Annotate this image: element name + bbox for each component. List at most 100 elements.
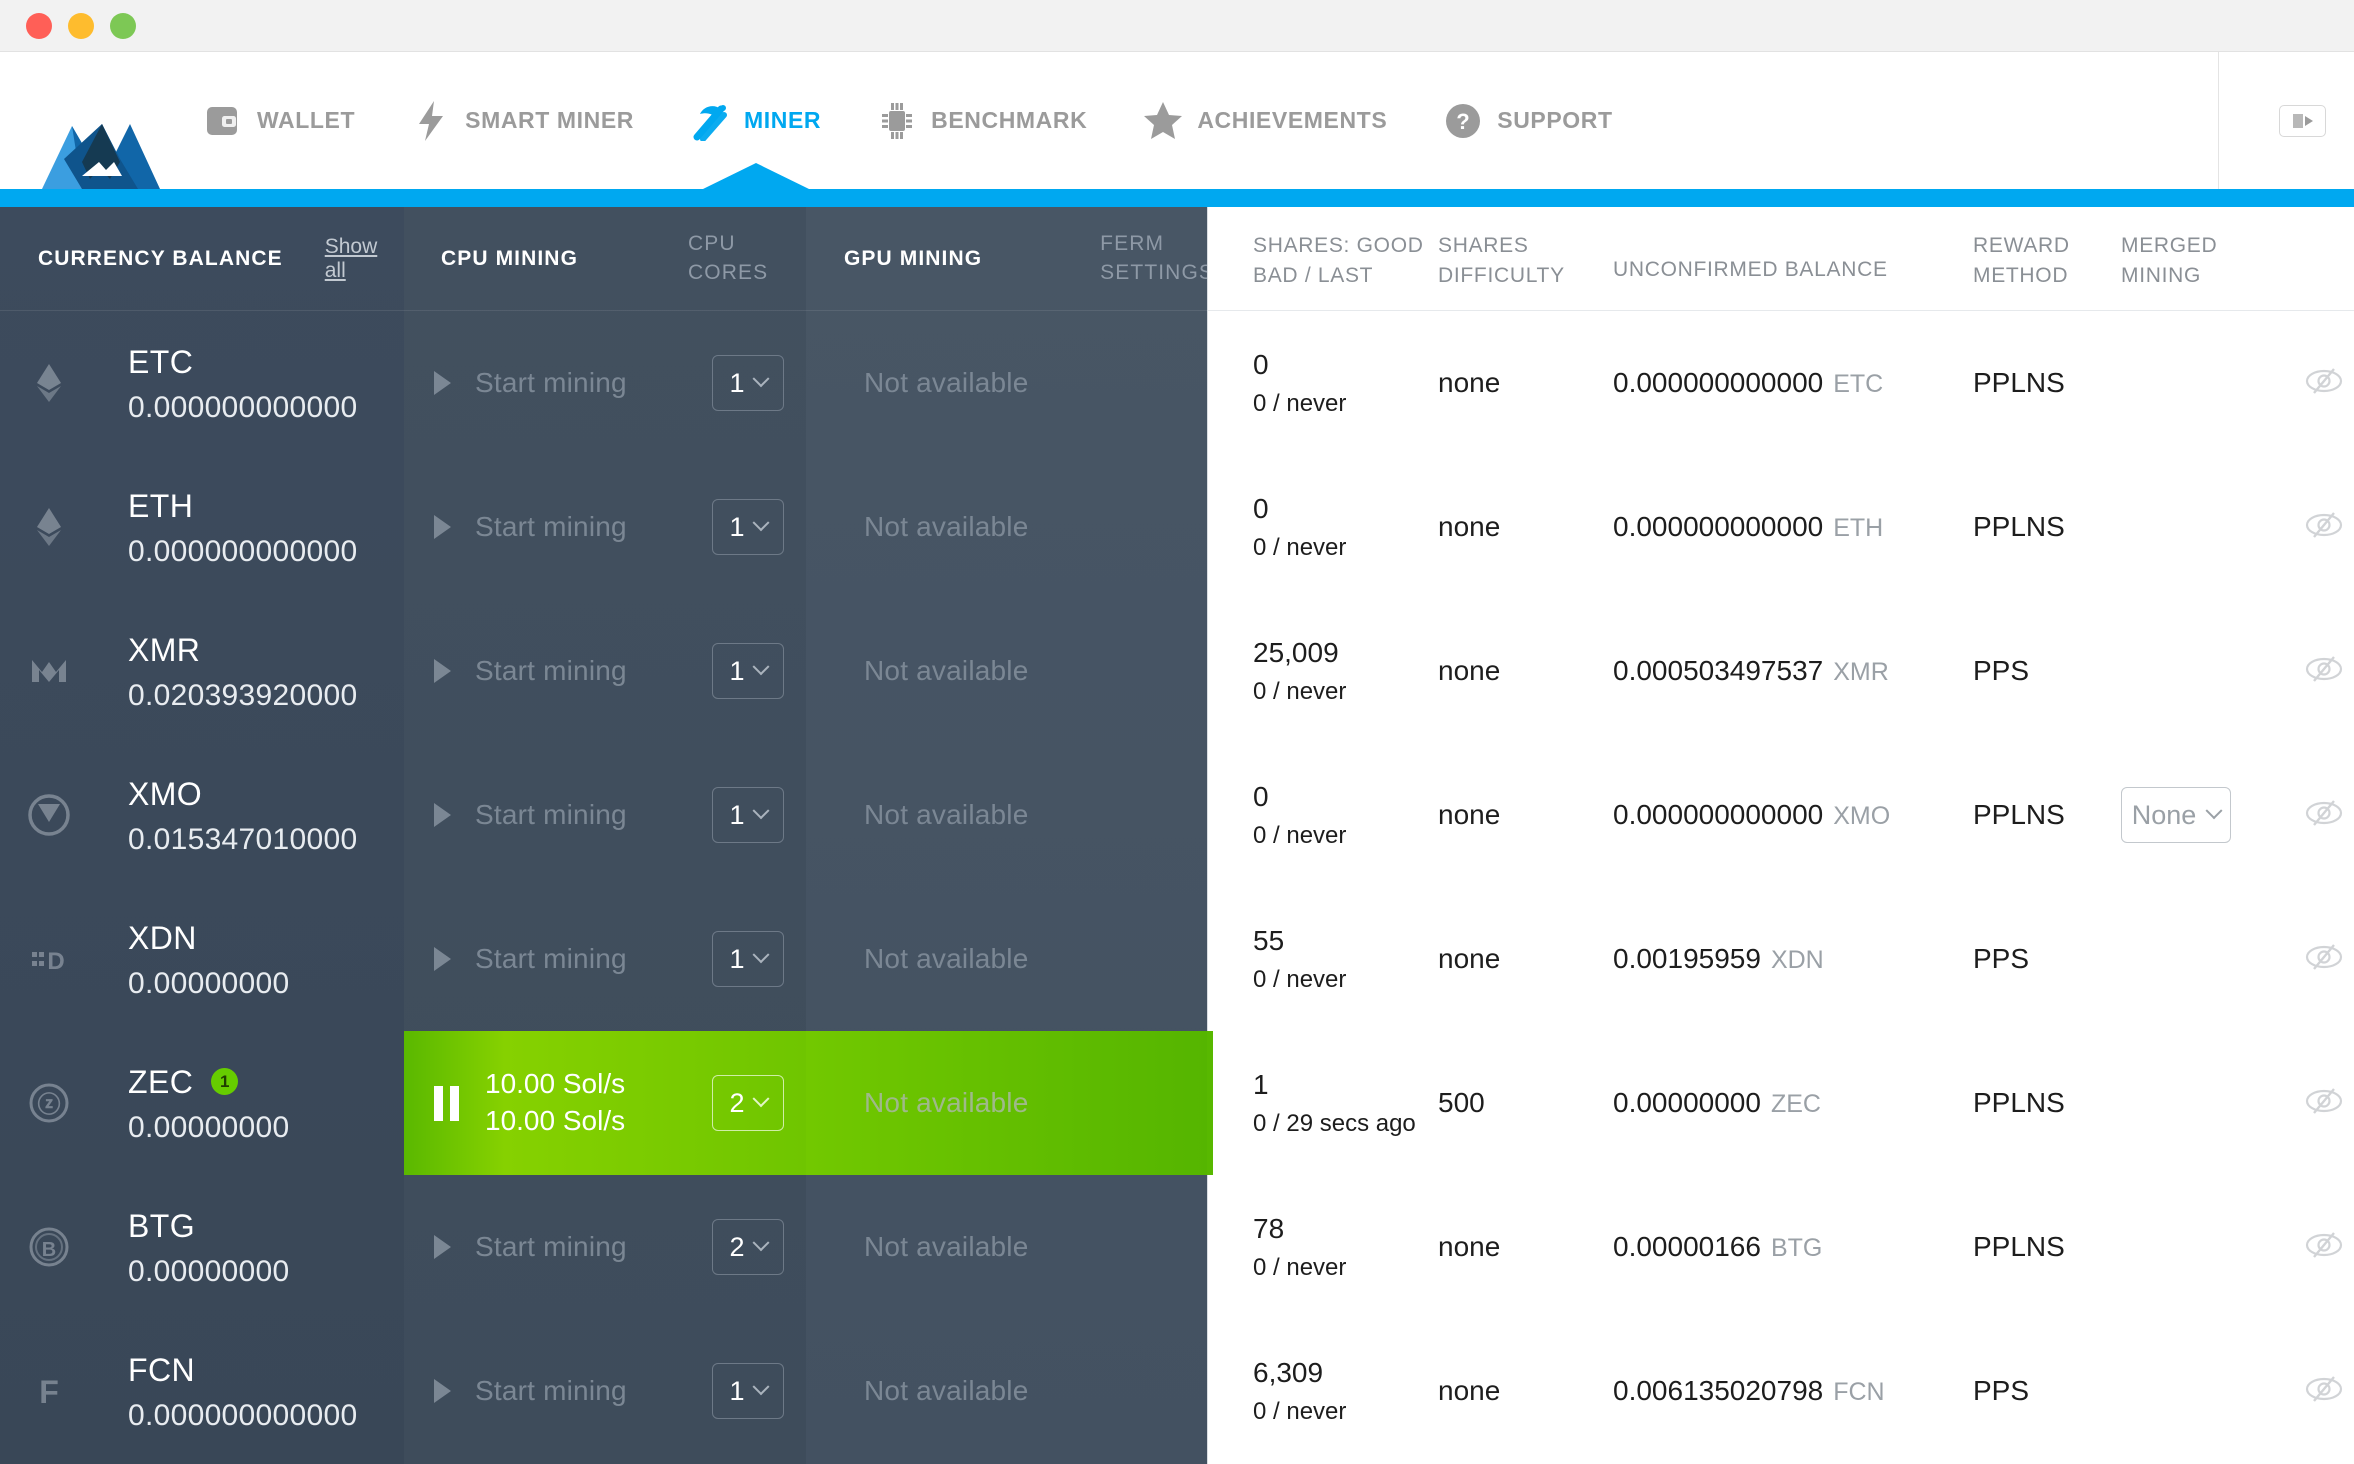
eye-off-icon[interactable]	[2302, 1374, 2346, 1409]
cpu-cores-select[interactable]: 2	[712, 1075, 784, 1131]
currency-row[interactable]: ⓩ ZEC 1 0.00000000	[0, 1031, 404, 1175]
cpu-mining-row[interactable]: Start mining 2	[404, 1175, 806, 1319]
nav-item-wallet[interactable]: WALLET	[175, 52, 383, 189]
collapse-panel-button[interactable]	[2279, 104, 2326, 137]
gpu-mining-row: Not available	[806, 1319, 1207, 1463]
nav-item-label: WALLET	[257, 107, 356, 133]
ferm-settings-line2: SETTINGS	[1100, 260, 1214, 284]
currency-row[interactable]: XMR 0.020393920000	[0, 599, 404, 743]
play-icon[interactable]	[434, 1379, 451, 1403]
gpu-mining-row: Not available	[806, 1175, 1207, 1319]
merged-mining-select[interactable]: None	[2121, 787, 2231, 843]
nav-item-support[interactable]: ? SUPPORT	[1415, 52, 1640, 189]
shares-difficulty-cell: none	[1438, 943, 1613, 975]
cpu-cores-select[interactable]: 1	[712, 787, 784, 843]
currency-code: XDN	[128, 919, 197, 956]
wallet-icon	[203, 101, 243, 141]
shares-difficulty-value: none	[1438, 511, 1501, 542]
start-mining-label: Start mining	[475, 367, 627, 398]
window-minimize-button[interactable]	[68, 12, 94, 39]
gpu-status-label: Not available	[864, 1375, 1029, 1406]
chevron-down-icon	[752, 802, 770, 820]
bolt-icon	[411, 100, 451, 141]
shares-good-value: 55	[1253, 925, 1285, 957]
shares-cell: 0 0 / never	[1208, 492, 1438, 562]
cpu-mining-row[interactable]: 10.00 Sol/s 10.00 Sol/s 2	[404, 1031, 806, 1175]
currency-row[interactable]: B BTG 0.00000000	[0, 1175, 404, 1319]
currency-balance-value: 0.020393920000	[128, 678, 358, 712]
active-tab-pointer	[702, 163, 809, 189]
mountain-logo-icon	[42, 124, 160, 189]
cpu-cores-select[interactable]: 1	[712, 355, 784, 411]
play-icon[interactable]	[434, 371, 451, 395]
pause-icon[interactable]	[434, 1085, 459, 1121]
nav-item-label: MINER	[744, 107, 822, 133]
unconfirmed-balance-value: 0.000000000000	[1613, 799, 1824, 830]
play-icon[interactable]	[434, 803, 451, 827]
eye-off-icon[interactable]	[2302, 942, 2346, 977]
eye-off-icon[interactable]	[2302, 1086, 2346, 1121]
reward-method-cell: PPS	[1973, 1375, 2121, 1407]
chevron-down-icon	[752, 1090, 770, 1108]
cpu-mining-row[interactable]: Start mining 1	[404, 599, 806, 743]
cpu-cores-select[interactable]: 1	[712, 931, 784, 987]
cpu-mining-row[interactable]: Start mining 1	[404, 1319, 806, 1463]
window-close-button[interactable]	[26, 12, 52, 39]
gpu-mining-row: Not available	[806, 455, 1207, 599]
cpu-cores-select[interactable]: 1	[712, 643, 784, 699]
eye-off-icon[interactable]	[2302, 510, 2346, 545]
cpu-mining-row[interactable]: Start mining 1	[404, 311, 806, 455]
cpu-mining-row[interactable]: Start mining 1	[404, 887, 806, 1031]
start-mining-label: Start mining	[475, 511, 627, 542]
nav-item-label: ACHIEVEMENTS	[1197, 107, 1388, 133]
currency-row[interactable]: XMO 0.015347010000	[0, 743, 404, 887]
nav-right-area	[2218, 52, 2354, 189]
play-icon[interactable]	[434, 1235, 451, 1259]
cpu-cores-header: CPU CORES	[688, 230, 768, 287]
visibility-cell	[2296, 510, 2354, 545]
nav-item-label: SUPPORT	[1497, 107, 1613, 133]
play-icon[interactable]	[434, 947, 451, 971]
play-icon[interactable]	[434, 515, 451, 539]
currency-row[interactable]: ETC 0.000000000000	[0, 311, 404, 455]
gpu-row-list: Not available Not available Not availabl…	[806, 311, 1207, 1463]
visibility-cell	[2296, 1374, 2354, 1409]
visibility-cell	[2296, 1230, 2354, 1265]
eye-off-icon[interactable]	[2302, 1230, 2346, 1265]
shares-difficulty-cell: none	[1438, 655, 1613, 687]
play-icon[interactable]	[434, 659, 451, 683]
currency-row[interactable]: ETH 0.000000000000	[0, 455, 404, 599]
table-row: 1 0 / 29 secs ago 500 0.00000000 ZEC PPLN…	[1207, 1031, 2354, 1175]
zcash-icon: ⓩ	[20, 1080, 78, 1126]
app-logo[interactable]	[0, 52, 175, 189]
cpu-cores-select[interactable]: 1	[712, 499, 784, 555]
cpu-cores-select[interactable]: 2	[712, 1219, 784, 1275]
cpu-row-list: Start mining 1 Start mining 1 Start mini…	[404, 311, 806, 1463]
cpu-mining-row[interactable]: Start mining 1	[404, 455, 806, 599]
reward-method-value: PPLNS	[1973, 511, 2065, 542]
eye-off-icon[interactable]	[2302, 654, 2346, 689]
start-mining-label: Start mining	[475, 799, 627, 830]
nav-item-benchmark[interactable]: BENCHMARK	[849, 52, 1115, 189]
nav-item-achievements[interactable]: ACHIEVEMENTS	[1115, 52, 1415, 189]
bitcoingold-icon: B	[20, 1224, 78, 1270]
shares-difficulty-value: none	[1438, 1231, 1501, 1262]
window-maximize-button[interactable]	[110, 12, 136, 39]
shares-bad-last-value: 0 / never	[1253, 821, 1347, 849]
show-all-link[interactable]: Show all	[325, 235, 404, 283]
merged-mining-header: MERGED MINING	[2121, 231, 2296, 291]
gpu-mining-header: GPU MINING	[844, 246, 983, 270]
currency-row[interactable]: F FCN 0.000000000000	[0, 1319, 404, 1463]
nav-item-smart-miner[interactable]: SMART MINER	[383, 52, 662, 189]
cpu-mining-row[interactable]: Start mining 1	[404, 743, 806, 887]
unconfirmed-balance-cell: 0.000000000000 ETH	[1613, 511, 1973, 543]
eth-icon	[20, 504, 78, 550]
shares-header-line1: SHARES: GOOD	[1253, 234, 1424, 257]
reward-method-value: PPS	[1973, 1375, 2030, 1406]
eye-off-icon[interactable]	[2302, 798, 2346, 833]
eye-off-icon[interactable]	[2302, 366, 2346, 401]
currency-row[interactable]: D XDN 0.00000000	[0, 887, 404, 1031]
unconfirmed-balance-currency: FCN	[1833, 1378, 1885, 1406]
cpu-cores-select[interactable]: 1	[712, 1363, 784, 1419]
shares-bad-last-value: 0 / never	[1253, 965, 1347, 993]
